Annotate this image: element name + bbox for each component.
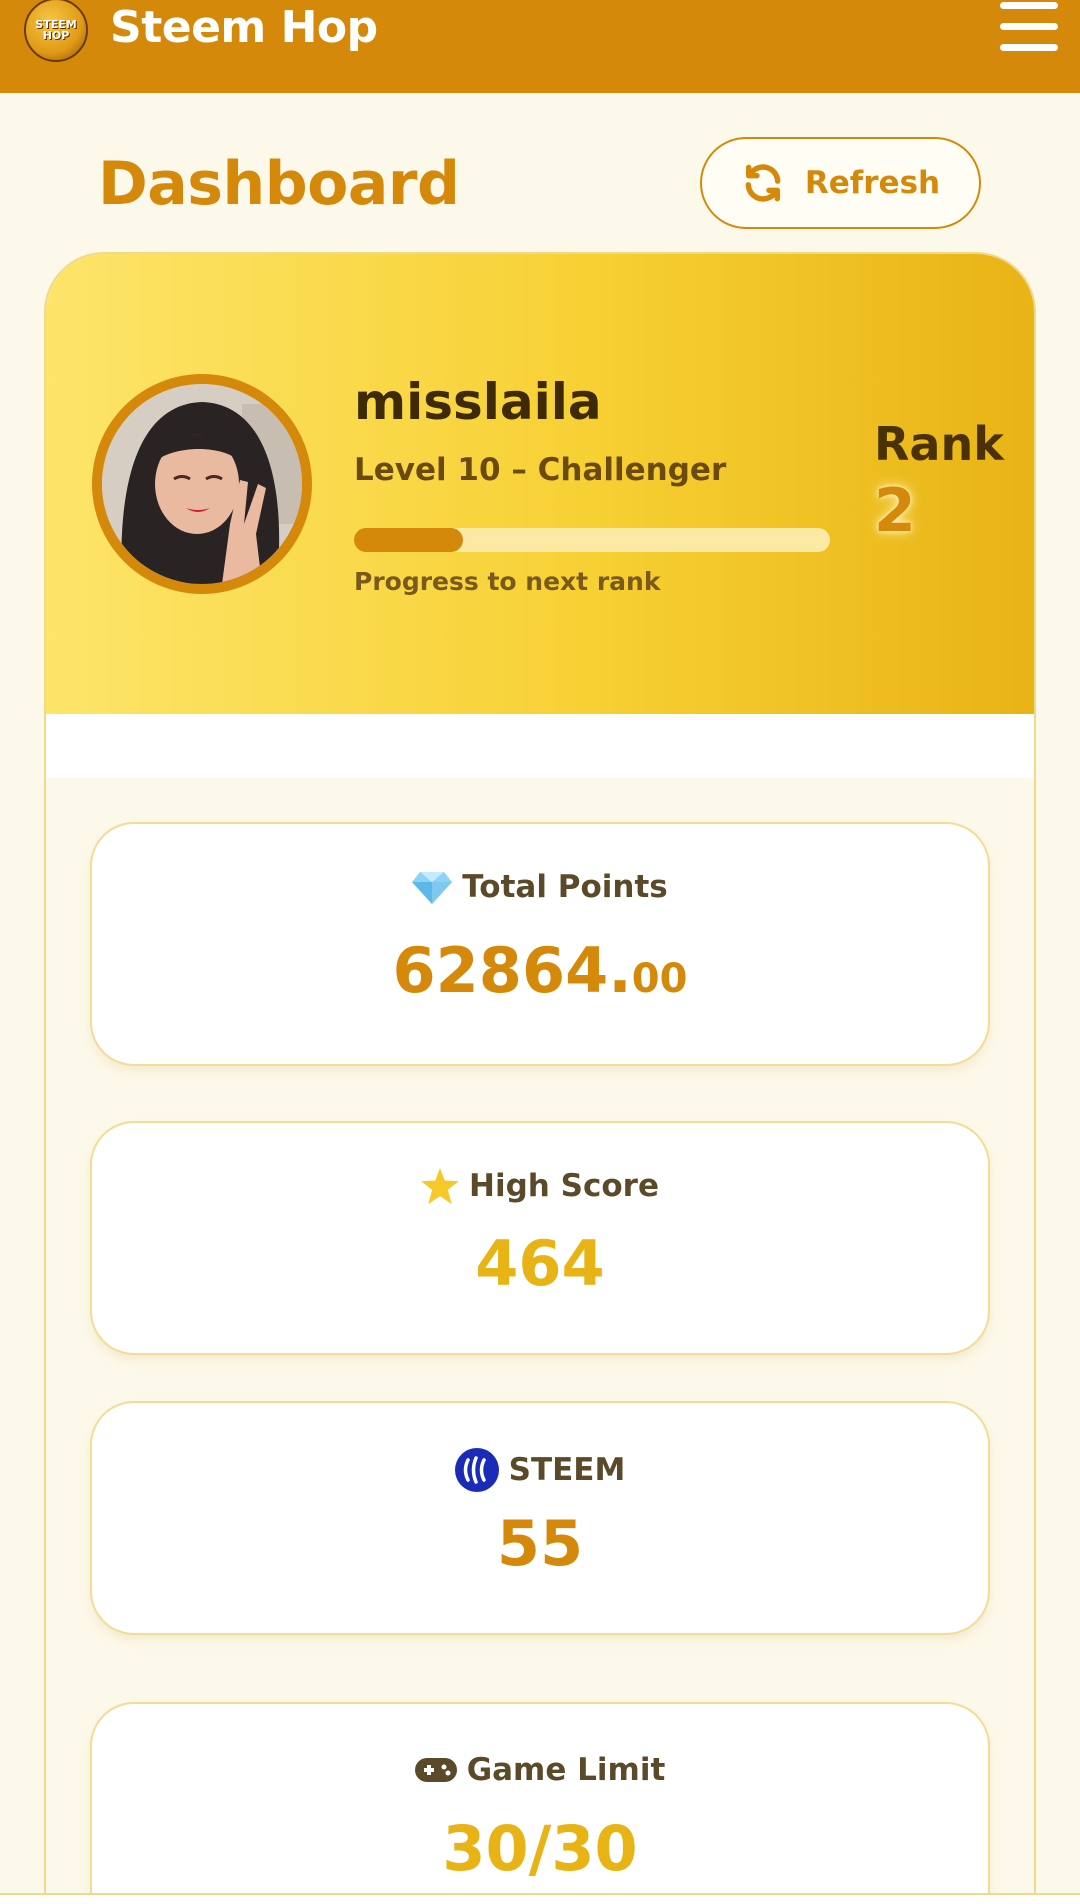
total-points-value: 62864.00 [92, 934, 988, 1016]
rank-value: 2 [874, 476, 916, 546]
level-title: Level 10 – Challenger [354, 452, 727, 488]
high-score-header: High Score [92, 1168, 988, 1204]
star-icon [421, 1168, 459, 1204]
high-score-label: High Score [469, 1168, 659, 1204]
rank-progress-fill [354, 528, 464, 552]
high-score-value: 464 [475, 1227, 605, 1300]
rank-progress-bar [354, 528, 830, 552]
diamond-icon [412, 872, 453, 904]
hamburger-menu-icon[interactable] [1000, 2, 1058, 52]
gamepad-icon [414, 1758, 457, 1782]
profile-panel: misslaila Level 10 – Challenger Progress… [46, 254, 1034, 714]
game-limit-header: Game Limit [92, 1752, 988, 1788]
game-limit-card: Game Limit 30/30 [90, 1702, 990, 1904]
total-points-label: Total Points [462, 869, 668, 905]
refresh-button-label: Refresh [804, 165, 941, 201]
avatar-photo [102, 384, 302, 584]
refresh-button[interactable]: Refresh [700, 137, 981, 229]
avatar [92, 374, 312, 594]
username: misslaila [354, 373, 602, 431]
steem-header: STEEM [92, 1448, 988, 1492]
game-limit-label: Game Limit [466, 1752, 666, 1788]
steem-card: STEEM 55 [90, 1401, 990, 1635]
dashboard-card: misslaila Level 10 – Challenger Progress… [44, 252, 1036, 1904]
total-points-integer: 62864. [392, 934, 632, 1007]
total-points-header: Total Points [92, 869, 988, 905]
refresh-icon [745, 164, 781, 202]
page-title: Dashboard [98, 149, 460, 219]
app-title[interactable]: Steem Hop [110, 0, 378, 56]
page-bottom-edge [0, 1893, 1080, 1904]
steem-value: 55 [496, 1507, 584, 1580]
top-app-bar: STEEM HOP Steem Hop [0, 0, 1080, 93]
panel-divider [46, 714, 1034, 778]
app-logo[interactable]: STEEM HOP [24, 0, 88, 62]
steem-label: STEEM [508, 1452, 626, 1488]
game-limit-value: 30/30 [442, 1812, 638, 1885]
rank-label: Rank [874, 417, 1004, 471]
progress-label: Progress to next rank [354, 567, 661, 596]
steem-logo-icon [454, 1448, 499, 1492]
logo-text-bottom: HOP [42, 29, 70, 42]
total-points-card: Total Points 62864.00 [90, 822, 990, 1066]
high-score-card: High Score 464 [90, 1121, 990, 1355]
total-points-decimal: 00 [631, 956, 688, 1002]
